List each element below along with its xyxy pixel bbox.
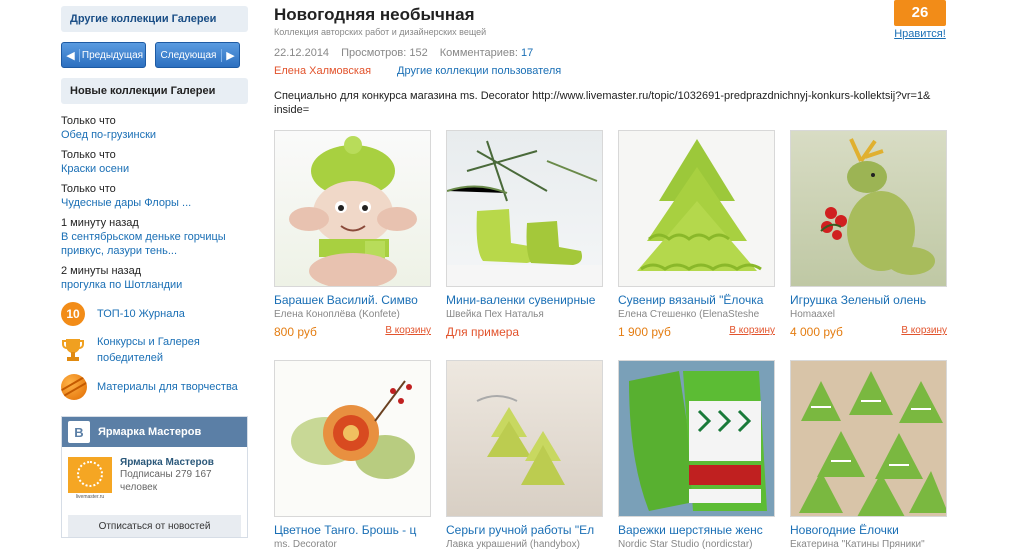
product-author[interactable]: Елена Стешенко (ElenaSteshe [618,309,775,320]
product-author[interactable]: Homaaxel [790,309,947,320]
vk-widget: B Ярмарка Мастеров livemaster.ru Ярмарка… [61,416,248,538]
sun-icon [77,461,103,487]
like-widget: 26 Нравится! [894,0,946,40]
product-card: Варежки шерстяные женс Nordic Star Studi… [618,360,775,550]
product-price: 1 900 руб [618,325,671,339]
date: 22.12.2014 [274,47,330,59]
unsubscribe-button[interactable]: Отписаться от новостей [68,515,241,537]
recent-list: Только что Обед по-грузински Только что Кр… [61,114,248,292]
prev-button[interactable]: ◀ Предыдущая [61,42,146,68]
author-link[interactable]: Елена Халмовская [274,65,371,77]
product-card: Новогодние Ёлочки Екатерина "Катины Прян… [790,360,947,550]
like-button[interactable]: Нравится! [894,28,946,40]
product-title[interactable]: Серьги ручной работы "Ел [446,523,603,537]
comments: Комментариев: 17 [439,47,534,59]
vk-logo-icon: B [68,421,90,443]
top10-badge-icon: 10 [61,302,85,326]
product-footer: Для примера [446,325,603,339]
product-card: Барашек Василий. Симво Елена Коноплёва (… [274,130,431,339]
top10-row: 10 ТОП-10 Журнала [61,302,248,326]
product-price: 4 000 руб [790,325,843,339]
product-title[interactable]: Сувенир вязаный "Ёлочка [618,293,775,307]
list-item: 2 минуты назад прогулка по Шотландии [61,264,248,292]
arrow-left-icon: ◀ [62,48,80,62]
arrow-right-icon: ▶ [221,48,239,62]
recent-link[interactable]: Обед по-грузински [61,128,248,142]
author-row: Елена Халмовская Другие коллекции пользо… [274,65,946,77]
user-collections-link[interactable]: Другие коллекции пользователя [397,65,561,77]
product-title[interactable]: Мини-валенки сувенирные [446,293,603,307]
product-author[interactable]: Швейка Пех Наталья [446,309,603,320]
contests-link[interactable]: Конкурсы и Галерея победителей [97,334,217,366]
product-author[interactable]: Екатерина "Катины Пряники" [790,539,947,550]
add-to-cart-link[interactable]: В корзину [729,325,775,339]
product-image-mittens[interactable] [618,360,775,517]
product-price: Для примера [446,325,520,339]
product-image-sheep[interactable] [274,130,431,287]
product-image-gingerbread-trees[interactable] [790,360,947,517]
vk-info: Ярмарка Мастеров Подписаны 279 167 челов… [120,457,220,501]
recent-link[interactable]: В сентябрьском деньке горчицы привкус, л… [61,230,248,258]
product-title[interactable]: Цветное Танго. Брошь - ц [274,523,431,537]
product-card: Цветное Танго. Брошь - ц ms. Decorator [274,360,431,550]
materials-link[interactable]: Материалы для творчества [97,379,238,395]
description: Специально для конкурса магазина ms. Dec… [274,90,931,116]
meta-row: 22.12.2014 Просмотров: 152 Комментариев:… [274,47,946,59]
trophy-icon [61,336,85,364]
avatar[interactable]: livemaster.ru [68,457,112,501]
product-card: Мини-валенки сувенирные Швейка Пех Натал… [446,130,603,339]
recent-link[interactable]: Чудесные дары Флоры ... [61,196,248,210]
product-footer: 1 900 руб В корзину [618,325,775,339]
other-collections-link[interactable]: Другие коллекции Галереи [61,6,248,32]
add-to-cart-link[interactable]: В корзину [901,325,947,339]
yarn-icon [61,374,87,400]
product-image-valenki[interactable] [446,130,603,287]
materials-row: Материалы для творчества [61,374,248,400]
list-item: 1 минуту назад В сентябрьском деньке горч… [61,216,248,258]
recent-link[interactable]: Краски осени [61,162,248,176]
page-title: Новогодняя необычная [274,5,475,24]
product-card: Сувенир вязаный "Ёлочка Елена Стешенко (… [618,130,775,339]
list-item: Только что Краски осени [61,148,248,176]
new-collections-header: Новые коллекции Галереи [61,78,248,104]
product-author[interactable]: ms. Decorator [274,539,431,550]
product-price: 800 руб [274,325,317,339]
product-card: Игрушка Зеленый олень Homaaxel 4 000 руб… [790,130,947,339]
product-title[interactable]: Барашек Василий. Симво [274,293,431,307]
product-author[interactable]: Елена Коноплёва (Konfete) [274,309,431,320]
comments-link[interactable]: 17 [521,47,533,59]
product-image-green-deer[interactable] [790,130,947,287]
product-image-earrings[interactable] [446,360,603,517]
list-item: Только что Чудесные дары Флоры ... [61,182,248,210]
collection-nav: ◀ Предыдущая Следующая ▶ [61,42,248,68]
recent-link[interactable]: прогулка по Шотландии [61,278,248,292]
product-footer: 4 000 руб В корзину [790,325,947,339]
product-author[interactable]: Лавка украшений (handybox) [446,539,603,550]
like-count: 26 [894,0,946,26]
main-content: Новогодняя необычная Коллекция авторских… [274,0,946,117]
top10-link[interactable]: ТОП-10 Журнала [97,306,185,322]
contests-row: Конкурсы и Галерея победителей [61,334,248,366]
page-subtitle: Коллекция авторских работ и дизайнерских… [274,27,487,37]
next-button[interactable]: Следующая ▶ [155,42,240,68]
vk-group-name[interactable]: Ярмарка Мастеров [120,457,220,468]
product-card: Серьги ручной работы "Ел Лавка украшений… [446,360,603,550]
product-footer: 800 руб В корзину [274,325,431,339]
product-author[interactable]: Nordic Star Studio (nordicstar) [618,539,775,550]
product-image-brooch[interactable] [274,360,431,517]
vk-subscribers: Подписаны 279 167 человек [120,469,212,493]
sidebar: Другие коллекции Галереи ◀ Предыдущая Сл… [61,0,248,538]
views-count: Просмотров: 152 [341,47,428,59]
list-item: Только что Обед по-грузински [61,114,248,142]
product-title[interactable]: Новогодние Ёлочки [790,523,947,537]
vk-body: livemaster.ru Ярмарка Мастеров Подписаны… [62,447,247,509]
product-title[interactable]: Игрушка Зеленый олень [790,293,947,307]
vk-header: B Ярмарка Мастеров [62,417,247,447]
add-to-cart-link[interactable]: В корзину [385,325,431,339]
product-image-knitted-tree[interactable] [618,130,775,287]
product-title[interactable]: Варежки шерстяные женс [618,523,775,537]
